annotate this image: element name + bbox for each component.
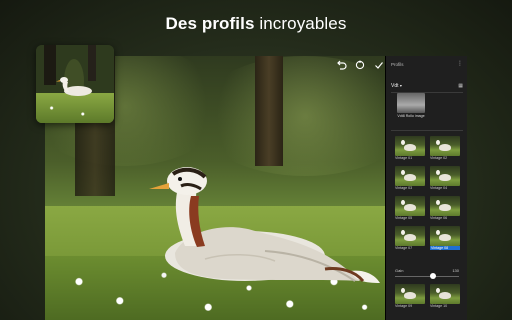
headline-light: incroyables xyxy=(259,14,347,33)
profile-label: Vintage 05 xyxy=(395,216,413,220)
profile-label: Vintage 09 xyxy=(395,304,413,308)
profile-thumbnail xyxy=(395,196,425,216)
goose-thumb xyxy=(436,288,451,299)
goose-thumb xyxy=(401,140,416,151)
profile-label: Vintage 06 xyxy=(430,216,448,220)
profile-label: Vintage 04 xyxy=(430,186,448,190)
profile-label: Vintage 01 xyxy=(395,156,413,160)
profile-tile[interactable]: Vintage 10 xyxy=(430,284,460,310)
goose-thumb xyxy=(401,288,416,299)
featured-profile-label: Vdt8 Rollo image xyxy=(397,114,425,118)
headline: Des profils incroyables xyxy=(0,14,512,34)
profile-label: Vintage 02 xyxy=(430,156,448,160)
profile-tile[interactable]: Vintage 02 xyxy=(430,136,460,162)
profiles-panel: Profils ⋮ Vdt ▾ ▦ Vdt8 Rollo image Vinta… xyxy=(385,56,467,320)
featured-profile-thumbnail[interactable] xyxy=(397,93,425,113)
profile-tile[interactable]: Vintage 03 xyxy=(395,166,425,192)
profile-tile[interactable]: Vintage 06 xyxy=(430,196,460,222)
profile-tile[interactable]: Vintage 08 xyxy=(430,226,460,252)
goose-thumb xyxy=(436,140,451,151)
profile-thumbnail xyxy=(395,166,425,186)
profile-thumbnail xyxy=(395,136,425,156)
goose-thumb xyxy=(436,200,451,211)
profile-tile[interactable]: Vintage 04 xyxy=(430,166,460,192)
check-icon[interactable] xyxy=(373,59,385,71)
profile-label: Vintage 03 xyxy=(395,186,413,190)
profile-thumbnail xyxy=(430,196,460,216)
panel-header: Profils ⋮ xyxy=(391,61,463,72)
profile-tile[interactable]: Vintage 01 xyxy=(395,136,425,162)
headline-bold: Des profils xyxy=(165,14,255,33)
profile-thumbnail xyxy=(430,284,460,304)
goose-thumb xyxy=(401,200,416,211)
profile-thumbnail xyxy=(430,226,460,246)
goose-thumb xyxy=(436,170,451,181)
reset-icon[interactable] xyxy=(354,59,366,71)
goose-image xyxy=(149,167,380,283)
profile-thumbnail xyxy=(395,226,425,246)
amount-label: Gain xyxy=(395,268,404,273)
amount-value: 130 xyxy=(452,268,459,273)
chevron-down-icon: ▾ xyxy=(399,82,402,88)
grid-icon[interactable]: ▦ xyxy=(458,83,463,89)
profile-thumbnail xyxy=(395,284,425,304)
before-goose xyxy=(56,77,92,96)
amount-slider-handle[interactable] xyxy=(430,273,436,279)
profile-group-label: Vdt xyxy=(391,82,399,89)
goose-thumb xyxy=(401,170,416,181)
profile-tile[interactable]: Vintage 07 xyxy=(395,226,425,252)
profile-thumbnail xyxy=(430,166,460,186)
divider xyxy=(391,130,463,131)
goose-thumb xyxy=(436,230,451,241)
more-vertical-icon[interactable]: ⋮ xyxy=(457,61,463,72)
amount-row: Gain 130 xyxy=(395,268,459,274)
profile-thumbnail xyxy=(430,136,460,156)
profile-label: Vintage 10 xyxy=(430,304,448,308)
undo-icon[interactable] xyxy=(335,59,347,71)
edit-toolbar xyxy=(335,58,385,72)
profile-label: Vintage 07 xyxy=(395,246,413,250)
panel-title: Profils xyxy=(391,62,404,67)
amount-slider-track[interactable] xyxy=(395,276,459,277)
goose-thumb xyxy=(401,230,416,241)
profile-group-selector[interactable]: Vdt ▾ ▦ xyxy=(391,81,463,90)
profile-label: Vintage 08 xyxy=(430,246,460,250)
before-preview-thumbnail[interactable] xyxy=(36,45,114,123)
profile-tile[interactable]: Vintage 09 xyxy=(395,284,425,310)
profile-tile[interactable]: Vintage 05 xyxy=(395,196,425,222)
